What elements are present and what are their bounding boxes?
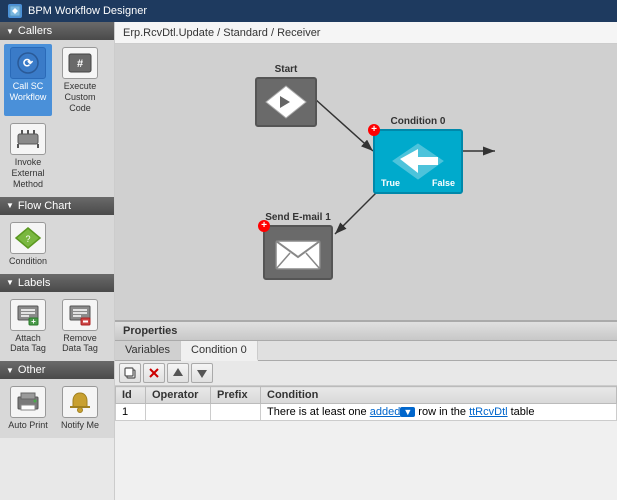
properties-tabs: Variables Condition 0 [115, 341, 617, 361]
main-layout: ▼ Callers ⟳ Call SC Workflow # [0, 22, 617, 500]
sidebar-item-execute-custom-code[interactable]: # Execute Custom Code [56, 44, 104, 116]
sidebar-item-condition[interactable]: ? Condition [4, 219, 52, 270]
canvas-area[interactable]: Start Condition 0 + True False [115, 44, 617, 320]
move-down-btn[interactable] [191, 363, 213, 383]
callers-items: ⟳ Call SC Workflow # Execute Custom Code [0, 40, 114, 197]
node-condition0[interactable]: Condition 0 + True False [373, 116, 463, 194]
condition-text3: table [508, 406, 535, 418]
cell-id: 1 [116, 404, 146, 421]
notify-me-icon [62, 386, 98, 418]
section-callers[interactable]: ▼ Callers [0, 22, 114, 40]
workflow-arrows [115, 44, 617, 320]
col-prefix: Prefix [211, 387, 261, 404]
condition-icon: ? [10, 222, 46, 254]
section-other[interactable]: ▼ Other [0, 361, 114, 379]
sidebar-item-invoke-external-method[interactable]: Invoke External Method [4, 120, 52, 192]
invoke-external-method-label: Invoke External Method [7, 157, 49, 189]
false-label: False [432, 178, 455, 188]
callers-label: Callers [18, 25, 52, 37]
call-sc-workflow-label: Call SC Workflow [7, 81, 49, 103]
breadcrumb-text: Erp.RcvDtl.Update / Standard / Receiver [123, 27, 320, 39]
sidebar-item-remove-data-tag[interactable]: Remove Data Tag [56, 296, 104, 358]
other-arrow: ▼ [6, 366, 14, 375]
tab-variables[interactable]: Variables [115, 341, 181, 360]
execute-custom-code-icon: # [62, 47, 98, 79]
properties-header: Properties [115, 322, 617, 341]
tab-condition0[interactable]: Condition 0 [181, 341, 258, 361]
table-row: 1 There is at least one added▼ row in th… [116, 404, 617, 421]
condition-link-table[interactable]: ttRcvDtl [469, 406, 508, 418]
svg-text:⟳: ⟳ [23, 56, 34, 70]
cell-operator [146, 404, 211, 421]
title-bar: BPM Workflow Designer [0, 0, 617, 22]
properties-table-wrapper: Id Operator Prefix Condition 1 Ther [115, 386, 617, 421]
labels-label: Labels [18, 277, 50, 289]
node-start-box[interactable] [255, 77, 317, 127]
node-email-box[interactable]: + [263, 225, 333, 280]
flow-chart-arrow: ▼ [6, 201, 14, 210]
callers-arrow: ▼ [6, 27, 14, 36]
remove-data-tag-icon [62, 299, 98, 331]
col-operator: Operator [146, 387, 211, 404]
right-panel: Erp.RcvDtl.Update / Standard / Receiver [115, 22, 617, 500]
svg-text:?: ? [25, 234, 30, 244]
condition-link-added[interactable]: added [370, 406, 401, 418]
email-add-btn[interactable]: + [258, 220, 270, 232]
delete-btn[interactable] [143, 363, 165, 383]
sidebar-item-auto-print[interactable]: Auto Print [4, 383, 52, 434]
attach-data-tag-label: Attach Data Tag [7, 333, 49, 355]
condition-text2: row in the [415, 406, 469, 418]
app-icon [8, 4, 22, 18]
invoke-external-method-icon [10, 123, 46, 155]
svg-text:+: + [31, 317, 36, 326]
properties-toolbar [115, 361, 617, 386]
labels-arrow: ▼ [6, 278, 14, 287]
col-id: Id [116, 387, 146, 404]
labels-items: + Attach Data Tag Remove Data Ta [0, 292, 114, 362]
auto-print-label: Auto Print [8, 420, 48, 431]
col-condition: Condition [261, 387, 617, 404]
node-send-email1[interactable]: Send E-mail 1 + [263, 212, 333, 280]
other-label: Other [18, 364, 46, 376]
move-up-btn[interactable] [167, 363, 189, 383]
breadcrumb: Erp.RcvDtl.Update / Standard / Receiver [115, 22, 617, 44]
attach-data-tag-icon: + [10, 299, 46, 331]
flow-chart-label: Flow Chart [18, 200, 71, 212]
sidebar: ▼ Callers ⟳ Call SC Workflow # [0, 22, 115, 500]
other-items: Auto Print Notify Me [0, 379, 114, 438]
notify-me-label: Notify Me [61, 420, 99, 431]
sidebar-item-notify-me[interactable]: Notify Me [56, 383, 104, 434]
condition0-add-btn[interactable]: + [368, 124, 380, 136]
properties-panel: Properties Variables Condition 0 [115, 320, 617, 500]
node-condition0-label: Condition 0 [391, 116, 446, 127]
sidebar-item-attach-data-tag[interactable]: + Attach Data Tag [4, 296, 52, 358]
cell-condition: There is at least one added▼ row in the … [261, 404, 617, 421]
properties-title: Properties [123, 325, 177, 337]
true-label: True [381, 178, 400, 188]
app-title: BPM Workflow Designer [28, 5, 147, 17]
properties-table: Id Operator Prefix Condition 1 Ther [115, 386, 617, 421]
svg-text:#: # [77, 58, 83, 70]
execute-custom-code-label: Execute Custom Code [59, 81, 101, 113]
condition-text1: There is at least one [267, 406, 370, 418]
node-email-label: Send E-mail 1 [265, 212, 331, 223]
condition-label: Condition [9, 256, 47, 267]
cell-prefix [211, 404, 261, 421]
sidebar-item-call-sc-workflow[interactable]: ⟳ Call SC Workflow [4, 44, 52, 116]
flow-chart-items: ? Condition [0, 215, 114, 274]
section-labels[interactable]: ▼ Labels [0, 274, 114, 292]
section-flow-chart[interactable]: ▼ Flow Chart [0, 197, 114, 215]
node-start-label: Start [275, 64, 298, 75]
call-sc-workflow-icon: ⟳ [10, 47, 46, 79]
node-start[interactable]: Start [255, 64, 317, 127]
node-condition0-box[interactable]: + True False [373, 129, 463, 194]
remove-data-tag-label: Remove Data Tag [59, 333, 101, 355]
condition-badge[interactable]: ▼ [400, 407, 415, 417]
copy-btn[interactable] [119, 363, 141, 383]
auto-print-icon [10, 386, 46, 418]
